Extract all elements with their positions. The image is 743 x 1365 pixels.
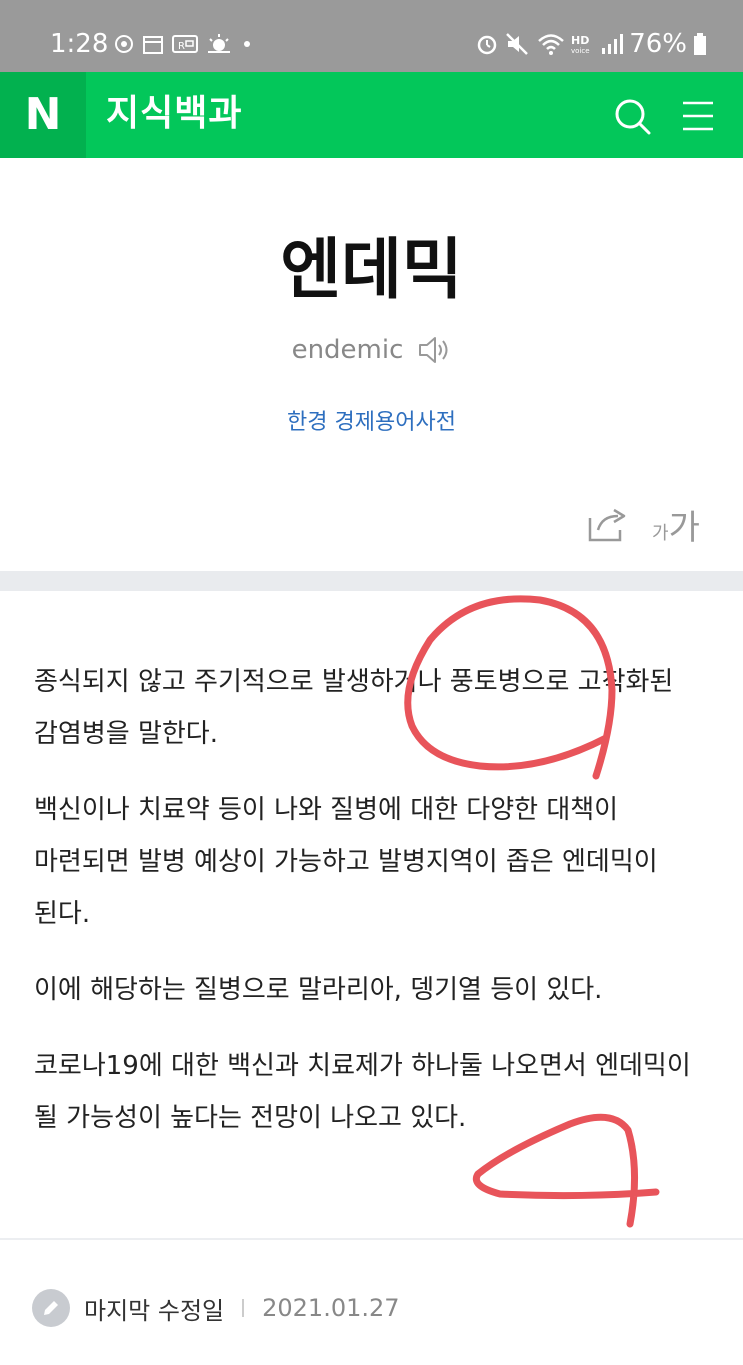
paragraph-1: 종식되지 않고 주기적으로 발생하거나 풍토병으로 고착화된 감염병을 말한다. xyxy=(34,667,674,749)
weather-icon xyxy=(208,34,230,53)
pronunciation-text: endemic xyxy=(291,335,404,365)
search-icon[interactable] xyxy=(612,96,652,136)
speaker-icon[interactable] xyxy=(417,335,451,365)
mute-icon xyxy=(506,33,529,55)
paragraph-4: 코로나19에 대한 백신과 치료제가 하나둘 나오면서 엔데믹이 될 가능성이 … xyxy=(34,1051,691,1133)
last-modified-date: 2021.01.27 xyxy=(262,1294,400,1322)
dnd-icon xyxy=(115,35,133,53)
battery-percent: 76% xyxy=(629,29,687,59)
menu-icon[interactable] xyxy=(683,100,713,132)
battery-icon xyxy=(694,33,706,55)
entry-title: 엔데믹 xyxy=(280,231,463,308)
app-header: N 지식백과 xyxy=(0,72,743,158)
app-title[interactable]: 지식백과 xyxy=(106,92,242,136)
footer-separator xyxy=(242,1299,245,1317)
status-right: HD voice 76% xyxy=(475,28,707,60)
font-size-big: 가 xyxy=(668,508,700,548)
pronunciation-row: endemic xyxy=(0,330,743,370)
section-divider xyxy=(0,571,743,591)
font-size-small: 가 xyxy=(652,523,669,544)
source-link[interactable]: 한경 경제용어사전 xyxy=(0,408,743,438)
paragraph-2: 백신이나 치료약 등이 나와 질병에 대한 다양한 대책이 마련되면 발병 예상… xyxy=(34,795,658,929)
svg-text:voice: voice xyxy=(571,47,590,55)
footer-divider xyxy=(0,1238,743,1240)
svg-text:HD: HD xyxy=(571,34,589,47)
status-left-icons: R xyxy=(114,30,254,58)
svg-text:R: R xyxy=(178,41,185,52)
alarm-icon xyxy=(477,35,497,55)
font-size-button[interactable]: 가 가 xyxy=(652,500,700,548)
signal-icon xyxy=(602,34,624,54)
status-time: 1:28 xyxy=(50,29,109,59)
wifi-icon xyxy=(538,34,565,55)
rcs-icon: R xyxy=(172,35,198,53)
hd-voice-icon: HDvoice xyxy=(571,34,590,55)
dot-icon xyxy=(244,41,250,47)
pencil-icon xyxy=(32,1289,70,1327)
last-modified-row: 마지막 수정일 2021.01.27 xyxy=(32,1288,400,1328)
last-modified-label: 마지막 수정일 xyxy=(84,1296,225,1325)
share-icon[interactable] xyxy=(588,506,628,542)
logo-letter: N xyxy=(24,89,62,140)
status-bar: 1:28 R HD voice 76% xyxy=(0,0,743,72)
paragraph-3: 이에 해당하는 질병으로 말라리아, 뎅기열 등이 있다. xyxy=(34,975,603,1005)
naver-logo[interactable]: N xyxy=(0,72,86,158)
calendar-icon xyxy=(143,36,163,54)
entry-content: 종식되지 않고 주기적으로 발생하거나 풍토병으로 고착화된 감염병을 말한다.… xyxy=(34,656,714,1168)
